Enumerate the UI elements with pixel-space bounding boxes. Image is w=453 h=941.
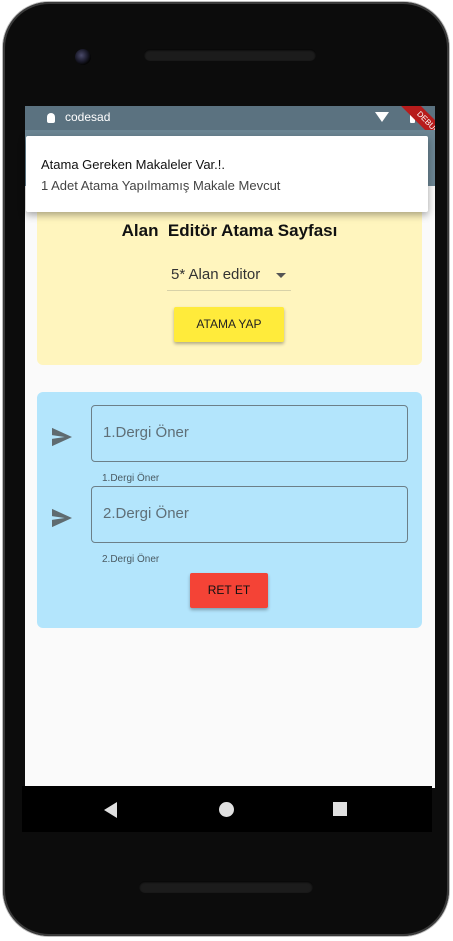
notification-body: 1 Adet Atama Yapılmamış Makale Mevcut — [41, 178, 281, 193]
send-icon[interactable] — [51, 427, 73, 447]
navigation-bar — [22, 786, 432, 832]
journal-input-2[interactable] — [103, 505, 393, 522]
bottom-speaker — [139, 881, 313, 893]
page-title: Alan Editör Atama Sayfası — [121, 221, 338, 240]
app-notification-icon — [47, 113, 55, 123]
camera-icon — [75, 49, 91, 65]
reject-button[interactable]: RET ET — [190, 573, 268, 608]
journal-suggestion-card: 1.Dergi Öner 2.Dergi Öner RET ET — [37, 392, 422, 628]
home-icon[interactable] — [219, 802, 234, 817]
assign-button[interactable]: ATAMA YAP — [174, 307, 284, 342]
dropdown-arrow-icon — [276, 273, 286, 278]
status-app-name: codesad — [65, 110, 111, 124]
recents-icon[interactable] — [333, 802, 347, 816]
notification-banner[interactable]: Atama Gereken Makaleler Var.!. 1 Adet At… — [26, 136, 428, 212]
send-icon[interactable] — [51, 508, 73, 528]
status-bar: codesad DEBUG — [25, 106, 435, 153]
journal-input-1[interactable] — [103, 424, 393, 441]
notification-title: Atama Gereken Makaleler Var.!. — [41, 157, 226, 172]
editor-dropdown[interactable]: 5* Alan editor — [167, 265, 291, 291]
journal-helper-1: 1.Dergi Öner — [102, 473, 160, 484]
journal-helper-2: 2.Dergi Öner — [102, 554, 160, 565]
top-speaker — [144, 49, 316, 61]
dropdown-selected-value: 5* Alan editor — [171, 266, 261, 283]
wifi-icon — [375, 112, 389, 122]
phone-frame: codesad DEBUG Alan Editör Atama Sayfası … — [3, 2, 449, 936]
back-icon[interactable] — [104, 802, 117, 818]
journal-field-2[interactable] — [91, 486, 408, 543]
journal-field-1[interactable] — [91, 405, 408, 462]
editor-assignment-card: Alan Editör Atama Sayfası 5* Alan editor… — [37, 202, 422, 365]
